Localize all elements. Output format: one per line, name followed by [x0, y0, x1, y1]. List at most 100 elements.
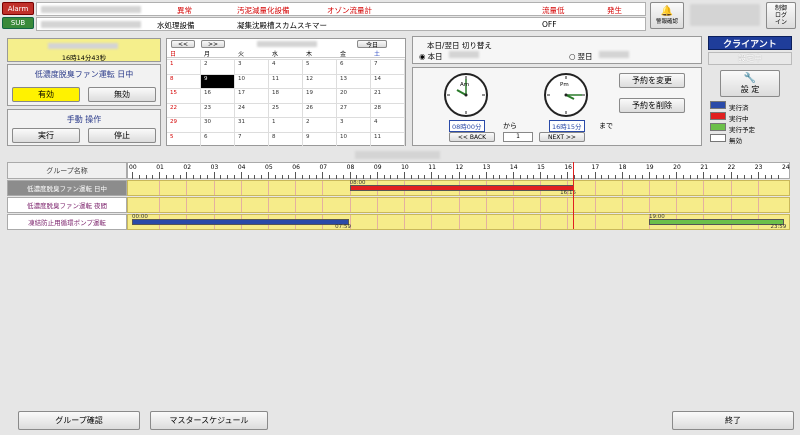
axis-tick	[451, 175, 453, 179]
prev-month-button[interactable]: <<	[171, 40, 195, 48]
axis-tick	[750, 175, 752, 179]
axis-tick	[383, 175, 385, 179]
calendar-day[interactable]: 9	[303, 132, 337, 146]
axis-tick	[540, 172, 542, 179]
calendar-day[interactable]: 18	[269, 89, 303, 103]
calendar-day[interactable]: 1	[167, 60, 201, 74]
calendar-day[interactable]: 7	[235, 132, 269, 146]
weekday-header: 日 月 火 水 木 金 土	[167, 49, 405, 58]
today-button[interactable]: 今日	[357, 40, 387, 49]
next-button[interactable]: NEXT >>	[539, 132, 585, 142]
calendar-day[interactable]: 11	[269, 74, 303, 88]
back-button[interactable]: << BACK	[449, 132, 495, 142]
axis-tick	[574, 175, 576, 179]
calendar-day[interactable]: 22	[167, 103, 201, 117]
alarm-confirm-button[interactable]: 🔔 警報確認	[650, 2, 684, 29]
calendar-day[interactable]: 28	[371, 103, 405, 117]
group-row-label[interactable]: 低濃度脱臭ファン運転 夜間	[7, 197, 127, 213]
axis-tick	[778, 175, 780, 179]
group-row-label[interactable]: 凍結防止用循環ポンプ運転	[7, 214, 127, 230]
calendar-day[interactable]: 5	[167, 132, 201, 146]
alarm-button[interactable]: Alarm	[2, 2, 34, 15]
axis-tick	[274, 175, 276, 179]
schedule-lane[interactable]: 08:00 16:15	[127, 180, 790, 196]
enable-button[interactable]: 有効	[12, 87, 80, 102]
calendar-day[interactable]: 12	[303, 74, 337, 88]
stop-button[interactable]: 停止	[88, 128, 156, 143]
next-month-button[interactable]: >>	[201, 40, 225, 48]
calendar-day[interactable]: 6	[337, 60, 371, 74]
calendar-day[interactable]: 4	[269, 60, 303, 74]
group-row-label[interactable]: 低濃度脱臭ファン運転 日中	[7, 180, 127, 196]
calendar-day[interactable]: 25	[269, 103, 303, 117]
calendar-day[interactable]: 13	[337, 74, 371, 88]
axis-tick	[506, 175, 508, 179]
calendar-day[interactable]: 29	[167, 118, 201, 132]
sub-device: 凝集沈殿槽スカムスキマー	[237, 21, 327, 30]
calendar-day[interactable]: 3	[235, 60, 269, 74]
calendar-day[interactable]: 23	[201, 103, 235, 117]
calendar-day[interactable]: 5	[303, 60, 337, 74]
group-confirm-button[interactable]: グループ確認	[18, 411, 140, 430]
hour-tick-label: 22	[727, 164, 736, 171]
master-schedule-button[interactable]: マスタースケジュール	[150, 411, 268, 430]
change-reservation-button[interactable]: 予約を変更	[619, 73, 685, 88]
schedule-lane[interactable]	[127, 197, 790, 213]
hour-gridline	[322, 181, 324, 195]
schedule-enable-panel: 低濃度脱臭ファン運転 日中 有効 無効	[7, 64, 161, 106]
calendar-day[interactable]: 11	[371, 132, 405, 146]
calendar-day[interactable]: 8	[269, 132, 303, 146]
today-radio[interactable]: ◉ 本日	[419, 51, 443, 62]
axis-tick	[553, 175, 555, 179]
calendar-day[interactable]: 21	[371, 89, 405, 103]
calendar-day[interactable]: 7	[371, 60, 405, 74]
calendar-day[interactable]: 2	[201, 60, 235, 74]
calendar-day[interactable]: 6	[201, 132, 235, 146]
axis-tick	[159, 172, 161, 179]
calendar-day[interactable]: 20	[337, 89, 371, 103]
calendar-day[interactable]: 8	[167, 74, 201, 88]
calendar-day[interactable]: 26	[303, 103, 337, 117]
axis-tick	[220, 175, 222, 179]
calendar-day[interactable]: 10	[337, 132, 371, 146]
axis-tick	[179, 175, 181, 179]
sub-status-row: 水処理設備 凝集沈殿槽スカムスキマー OFF	[36, 17, 646, 31]
schedule-bar[interactable]	[648, 219, 785, 225]
calendar-day[interactable]: 15	[167, 89, 201, 103]
calendar-day[interactable]: 17	[235, 89, 269, 103]
control-login-button[interactable]: 制御ログイン	[766, 2, 796, 29]
calendar-day[interactable]: 30	[201, 118, 235, 132]
delete-reservation-button[interactable]: 予約を削除	[619, 98, 685, 113]
alarm-type: 異常	[177, 6, 192, 15]
calendar-day[interactable]: 2	[303, 118, 337, 132]
calendar-day[interactable]: 9	[201, 74, 235, 88]
calendar-day[interactable]: 16	[201, 89, 235, 103]
schedule-bar[interactable]	[349, 185, 575, 191]
legend-label: 実行予定	[729, 126, 755, 134]
disable-button[interactable]: 無効	[88, 87, 156, 102]
tomorrow-radio[interactable]: ○ 翌日	[569, 51, 593, 62]
calendar-day[interactable]: 27	[337, 103, 371, 117]
settings-button[interactable]: 🔧 設 定	[720, 70, 780, 97]
calendar-day[interactable]: 19	[303, 89, 337, 103]
axis-tick	[526, 175, 528, 179]
run-button[interactable]: 実行	[12, 128, 80, 143]
calendar-day[interactable]: 31	[235, 118, 269, 132]
calendar-day[interactable]: 1	[269, 118, 303, 132]
calendar-day[interactable]: 10	[235, 74, 269, 88]
calendar-day[interactable]: 24	[235, 103, 269, 117]
axis-tick	[621, 172, 623, 179]
schedule-bar[interactable]	[132, 219, 350, 225]
calendar-day[interactable]: 3	[337, 118, 371, 132]
legend-swatch	[710, 123, 726, 131]
schedule-lane[interactable]: 00:00 07:59 19:00 23:59	[127, 214, 790, 230]
manual-title: 手動 操作	[66, 115, 102, 124]
calendar-day[interactable]: 14	[371, 74, 405, 88]
hour-tick-label: 21	[700, 164, 709, 171]
hour-gridline	[621, 215, 623, 229]
sub-button[interactable]: SUB	[2, 17, 34, 29]
step-input[interactable]: 1	[503, 132, 533, 142]
axis-tick	[145, 175, 147, 179]
exit-button[interactable]: 終了	[672, 411, 794, 430]
calendar-day[interactable]: 4	[371, 118, 405, 132]
